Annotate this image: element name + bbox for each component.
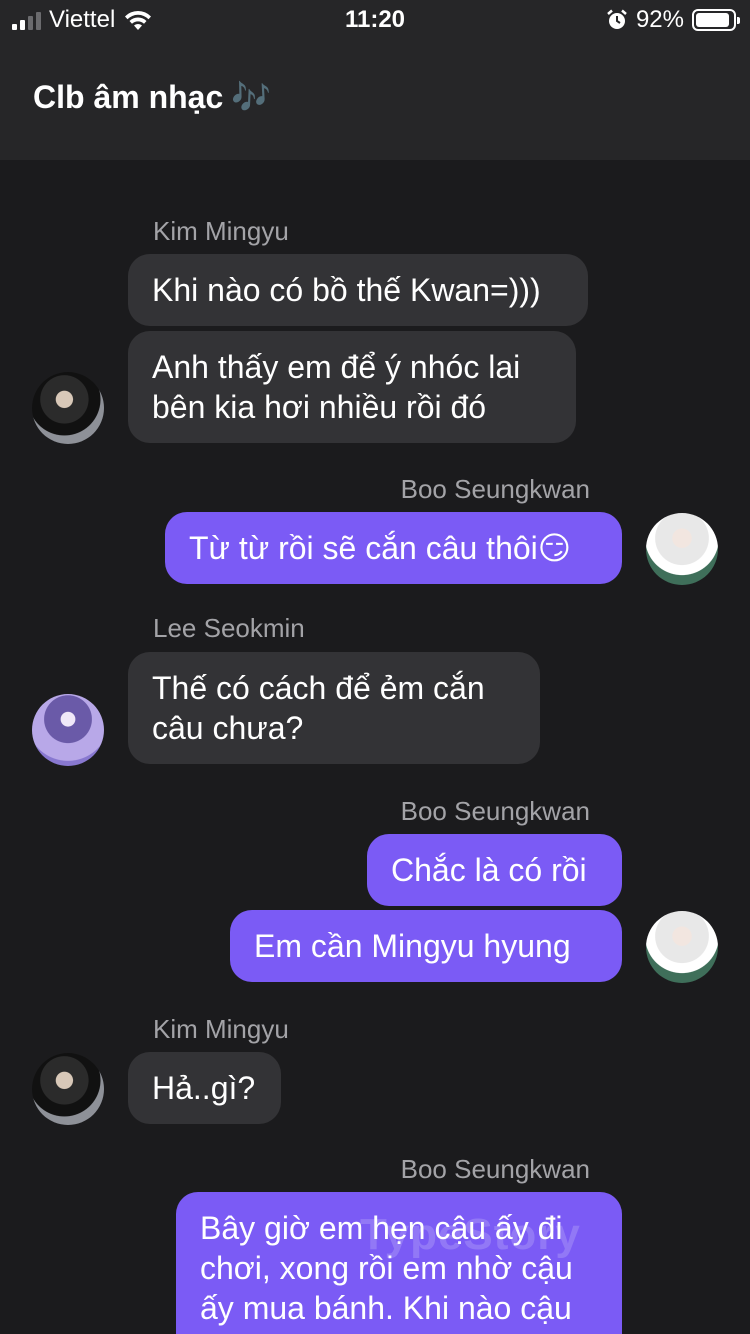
carrier-name: Viettel xyxy=(49,6,116,33)
message-bubble-incoming[interactable]: Khi nào có bồ thế Kwan=))) xyxy=(128,254,588,326)
message-bubble-incoming[interactable]: Thế có cách để ẻm cắn câu chưa? xyxy=(128,652,540,764)
status-bar: Viettel 11:20 92% xyxy=(0,0,750,40)
battery-icon xyxy=(692,9,740,31)
sender-name: Kim Mingyu xyxy=(153,1014,289,1044)
cellular-signal-icon xyxy=(12,10,41,30)
message-list[interactable]: Kim Mingyu Khi nào có bồ thế Kwan=))) An… xyxy=(0,160,750,1334)
sender-name: Boo Seungkwan xyxy=(400,474,590,504)
message-bubble-outgoing[interactable]: Chắc là có rồi xyxy=(367,834,622,906)
sender-name: Boo Seungkwan xyxy=(400,1154,590,1184)
avatar-boo-seungkwan[interactable] xyxy=(646,513,718,585)
chat-title-text: Clb âm nhạc xyxy=(33,78,224,115)
chat-title[interactable]: Clb âm nhạc 🎶 xyxy=(33,78,271,116)
avatar-boo-seungkwan[interactable] xyxy=(646,911,718,983)
avatar-lee-seokmin[interactable] xyxy=(32,694,104,766)
status-bar-right: 92% xyxy=(606,6,740,34)
message-bubble-outgoing[interactable]: Em cần Mingyu hyung xyxy=(230,910,622,982)
battery-percent: 92% xyxy=(635,6,684,33)
sender-name: Boo Seungkwan xyxy=(400,796,590,826)
sender-name: Kim Mingyu xyxy=(153,216,289,246)
watermark: TypeStory xyxy=(360,1210,581,1259)
music-notes-icon: 🎶 xyxy=(231,79,272,115)
status-bar-left: Viettel xyxy=(12,6,153,34)
alarm-clock-icon xyxy=(607,9,627,29)
message-bubble-incoming[interactable]: Hả..gì? xyxy=(128,1052,281,1124)
wifi-icon xyxy=(125,10,152,30)
avatar-kim-mingyu[interactable] xyxy=(32,372,104,444)
message-bubble-outgoing[interactable]: Từ từ rồi sẽ cắn câu thôi😏 xyxy=(165,512,622,584)
sender-name: Lee Seokmin xyxy=(153,613,305,643)
battery-level-fill xyxy=(696,13,730,27)
avatar-kim-mingyu[interactable] xyxy=(32,1053,104,1125)
message-bubble-incoming[interactable]: Anh thấy em để ý nhóc lai bên kia hơi nh… xyxy=(128,331,576,443)
chat-header: Clb âm nhạc 🎶 xyxy=(0,40,750,160)
